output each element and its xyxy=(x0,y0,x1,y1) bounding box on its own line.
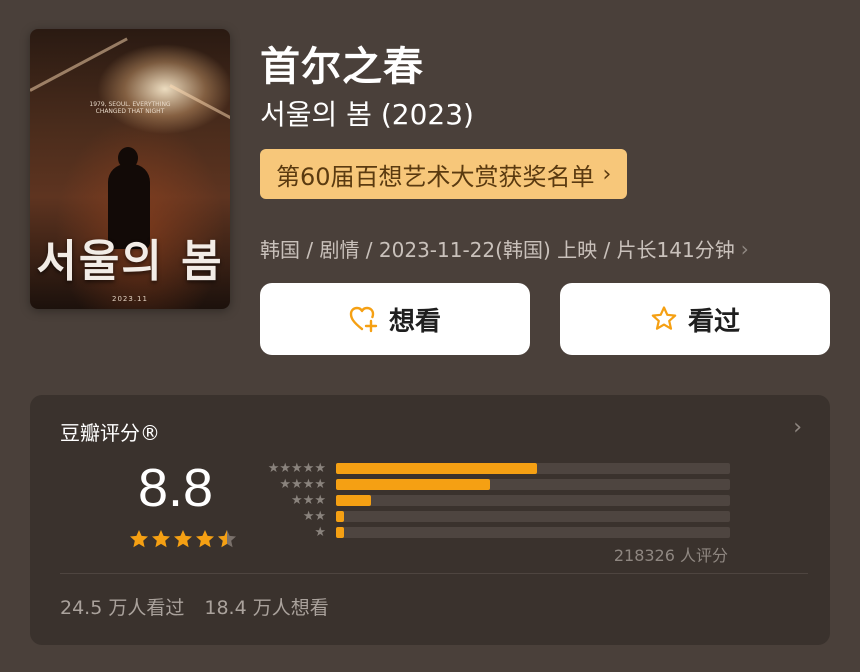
distribution-bar-fill xyxy=(336,495,372,506)
distribution-bar-fill xyxy=(336,527,344,538)
distribution-bar-4-star xyxy=(336,479,730,490)
distribution-bar-fill xyxy=(336,511,344,522)
rating-card[interactable]: 豆瓣评分® › 8.8 ★★★★★ ★★★★ ★★★ ★★ ★ 218326 人… xyxy=(30,395,830,645)
star-full-icon xyxy=(196,530,214,548)
star-full-icon xyxy=(130,530,148,548)
star-full-icon xyxy=(152,530,170,548)
star-full-icon xyxy=(174,530,192,548)
seen-count: 24.5 万人看过 xyxy=(60,597,185,619)
movie-original-title: 서울의 봄 (2023) xyxy=(260,98,474,131)
three-star-label: ★★★ xyxy=(291,493,326,508)
votes-count: 218326 人评分 xyxy=(613,546,728,565)
seen-label: 看过 xyxy=(687,306,740,337)
seen-button[interactable]: 看过 xyxy=(560,283,830,355)
divider xyxy=(60,573,808,574)
movie-meta: 韩国 / 剧情 / 2023-11-22(韩国) 上映 / 片长141分钟 xyxy=(260,238,735,262)
want-label: 想看 xyxy=(388,306,441,337)
poster-date: 2023.11 xyxy=(112,295,148,303)
stats-row: 24.5 万人看过 18.4 万人想看 xyxy=(60,593,329,620)
one-star-label: ★ xyxy=(314,525,326,540)
chevron-right-icon: › xyxy=(740,236,749,261)
distribution-bar-fill xyxy=(336,463,537,474)
star-outline-icon xyxy=(650,305,678,333)
heart-plus-icon xyxy=(349,305,379,333)
poster-tagline: 1979, SEOUL. EVERYTHING CHANGED THAT NIG… xyxy=(89,101,171,115)
want-button[interactable]: 想看 xyxy=(260,283,530,355)
distribution-bar-fill xyxy=(336,479,490,490)
poster-decoration xyxy=(30,37,128,92)
star-half-icon xyxy=(218,530,236,548)
award-label: 第60届百想艺术大赏获奖名单 xyxy=(276,162,595,191)
award-link[interactable]: 第60届百想艺术大赏获奖名单 › xyxy=(260,149,628,199)
movie-title: 首尔之春 xyxy=(260,44,424,90)
two-star-label: ★★ xyxy=(302,509,326,524)
distribution-bar-5-star xyxy=(336,463,730,474)
rating-stars xyxy=(129,529,237,549)
distribution-bar-2-star xyxy=(336,511,730,522)
rating-distribution xyxy=(336,463,730,543)
chevron-right-icon: › xyxy=(602,161,612,187)
rating-header: 豆瓣评分® xyxy=(60,421,160,445)
movie-poster[interactable]: 1979, SEOUL. EVERYTHING CHANGED THAT NIG… xyxy=(30,29,230,309)
chevron-right-icon[interactable]: › xyxy=(793,415,802,440)
distribution-bar-3-star xyxy=(336,495,730,506)
distribution-bar-1-star xyxy=(336,527,730,538)
distribution-star-labels: ★★★★★ ★★★★ ★★★ ★★ ★ xyxy=(252,461,326,541)
want-count: 18.4 万人想看 xyxy=(204,597,329,619)
four-star-label: ★★★★ xyxy=(279,477,326,492)
five-star-label: ★★★★★ xyxy=(267,461,326,476)
rating-score: 8.8 xyxy=(138,458,214,518)
poster-title: 서울의 봄 xyxy=(36,236,224,287)
movie-meta-link[interactable]: 韩国 / 剧情 / 2023-11-22(韩国) 上映 / 片长141分钟 › xyxy=(260,234,749,263)
